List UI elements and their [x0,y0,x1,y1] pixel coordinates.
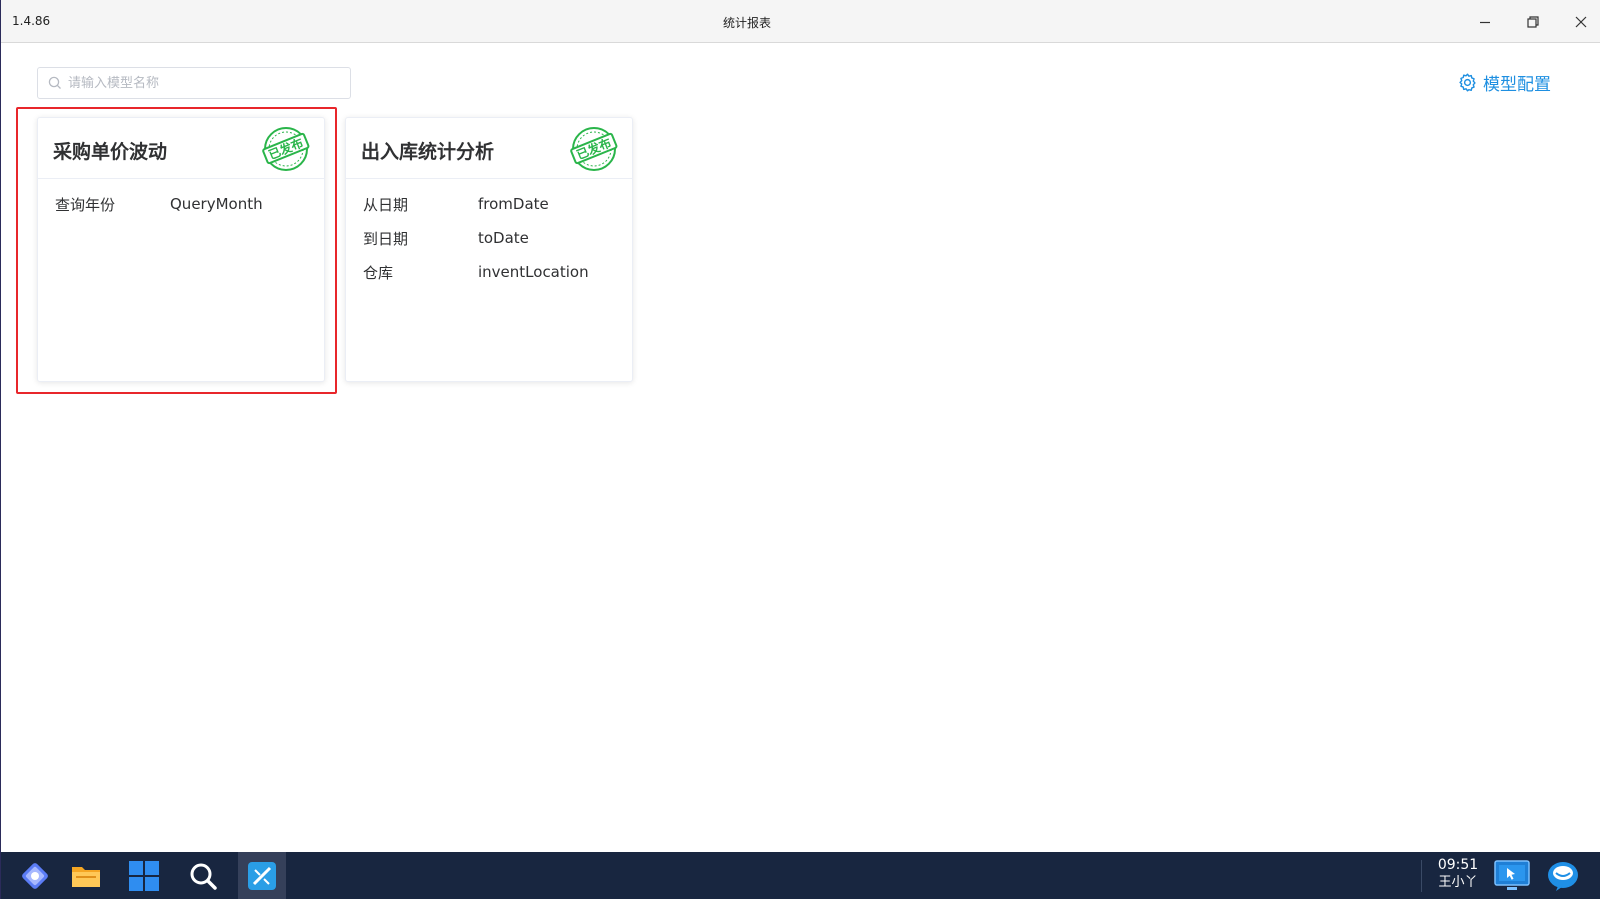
app-window: 1.4.86 统计报表 模型配置 采购单价波动 [0,0,1600,899]
param-row: 从日期 fromDate [346,187,632,221]
param-row: 到日期 toDate [346,221,632,255]
monitor-icon [1494,859,1530,890]
taskbar-app-store[interactable] [120,852,168,899]
windows-grid-icon [129,860,159,891]
search-input[interactable] [68,68,344,98]
close-button[interactable] [1566,8,1596,36]
window-title: 统计报表 [722,16,771,30]
card-header: 采购单价波动 已发布 [38,118,324,179]
model-config-button[interactable]: 模型配置 [1457,70,1551,95]
search-icon [48,76,61,89]
card-title: 出入库统计分析 [361,141,495,163]
param-value: inventLocation [478,263,589,281]
search-box [37,67,351,99]
chat-bubble-icon [1548,861,1578,891]
stamp-text: 已发布 [574,135,613,162]
start-menu-icon [22,862,48,889]
taskbar-file-manager[interactable] [62,852,110,899]
card-params: 从日期 fromDate 到日期 toDate 仓库 inventLocatio… [346,179,632,289]
param-value: toDate [478,229,529,247]
minimize-icon [1480,21,1490,24]
taskbar-search[interactable] [179,852,227,899]
folder-icon [72,866,100,887]
param-label: 从日期 [363,195,409,214]
restore-button[interactable] [1518,8,1548,36]
stamp-text: 已发布 [266,135,305,162]
clock-time: 09:51 [1437,857,1479,873]
card-header: 出入库统计分析 已发布 [346,118,632,179]
param-row: 仓库 inventLocation [346,255,632,289]
card-title: 采购单价波动 [53,141,168,163]
param-label: 仓库 [363,263,394,282]
title-bar: 1.4.86 统计报表 [1,0,1600,43]
card-params: 查询年份 QueryMonth [38,179,324,221]
close-icon [1575,16,1587,28]
report-card-inventory-analysis[interactable]: 出入库统计分析 已发布 从日期 fromDate 到日期 toDate 仓库 i… [345,117,633,382]
taskbar-start-button[interactable] [11,852,59,899]
restore-icon [1527,16,1539,28]
taskbar: 09:51 王小丫 [1,852,1600,899]
gear-icon [1459,72,1476,92]
taskbar-clock[interactable]: 09:51 王小丫 [1431,857,1485,891]
param-label: 到日期 [363,229,409,248]
published-stamp-icon: 已发布 [262,127,310,171]
taskbar-messenger[interactable] [1539,852,1587,899]
search-icon [190,863,217,890]
param-value: QueryMonth [170,195,263,213]
taskbar-remote-desktop[interactable] [1488,852,1536,899]
taskbar-separator [1421,860,1422,892]
minimize-button[interactable] [1470,8,1500,36]
taskbar-report-app[interactable] [238,852,286,899]
report-card-purchase-price[interactable]: 采购单价波动 已发布 查询年份 QueryMonth [37,117,325,382]
param-value: fromDate [478,195,549,213]
param-row: 查询年份 QueryMonth [38,187,324,221]
model-config-label: 模型配置 [1483,74,1551,95]
published-stamp-icon: 已发布 [570,127,618,171]
current-user: 王小丫 [1438,875,1478,890]
param-label: 查询年份 [55,195,116,214]
report-app-icon [248,861,276,890]
